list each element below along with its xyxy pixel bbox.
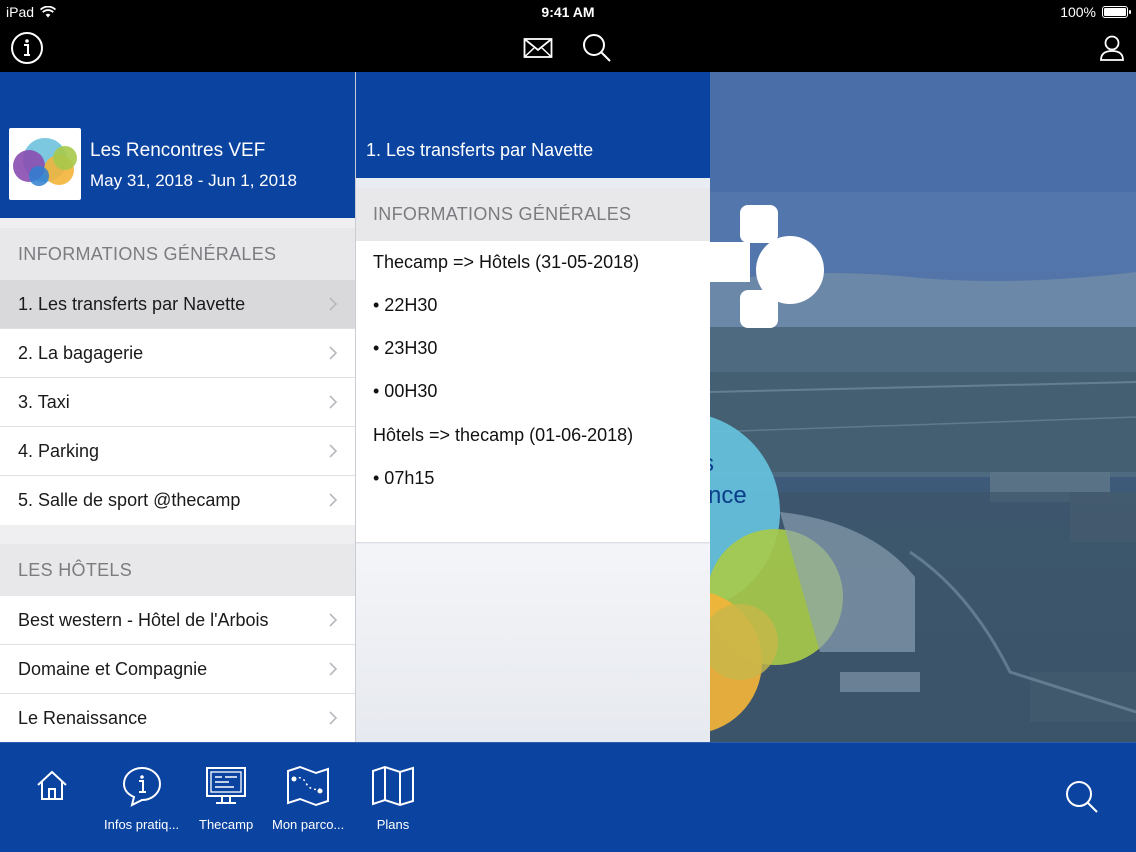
detail-line: • 23H30 [373, 338, 438, 358]
background-partial-text-2: nce [710, 482, 747, 509]
list-item-label: 5. Salle de sport @thecamp [18, 490, 241, 510]
tab-label: Infos pratiq... [104, 817, 180, 832]
event-header: Les Rencontres VEF May 31, 2018 - Jun 1,… [0, 72, 355, 218]
mail-button[interactable] [520, 30, 556, 66]
chevron-right-icon [329, 662, 338, 676]
chevron-right-icon [329, 613, 338, 627]
status-bar: iPad 9:41 AM 100% [0, 0, 1136, 24]
search-icon [583, 34, 611, 62]
list-item-bagagerie[interactable]: 2. La bagagerie [0, 329, 355, 378]
detail-section-header: INFORMATIONS GÉNÉRALES [356, 188, 710, 241]
chevron-right-icon [329, 297, 338, 311]
route-map-icon [287, 765, 330, 807]
tab-label: Mon parco... [272, 817, 345, 832]
detail-title: 1. Les transferts par Navette [366, 140, 594, 160]
detail-content: Thecamp => Hôtels (31-05-2018) • 22H30 •… [356, 241, 710, 543]
battery-icon [1102, 6, 1131, 18]
list-item-parking[interactable]: 4. Parking [0, 427, 355, 476]
list-item-label: 3. Taxi [18, 391, 70, 412]
background-partial-text-1: s [710, 450, 714, 478]
search-icon [1066, 781, 1098, 813]
list-item-navette[interactable]: 1. Les transferts par Navette [0, 280, 355, 329]
detail-line: • 00H30 [373, 381, 438, 401]
tab-plans[interactable]: Plans [370, 765, 416, 832]
list-item-label: Domaine et Compagnie [18, 658, 208, 679]
tab-thecamp[interactable]: Thecamp [199, 765, 253, 832]
detail-panel: 1. Les transferts par Navette INFORMATIO… [355, 72, 710, 742]
tab-home[interactable] [32, 765, 72, 815]
list-item-taxi[interactable]: 3. Taxi [0, 378, 355, 427]
list-item-label: Best western - Hôtel de l'Arbois [18, 609, 269, 630]
tab-search-button[interactable] [1064, 779, 1100, 815]
detail-line: Hôtels => thecamp (01-06-2018) [373, 425, 634, 445]
list-item-renaissance[interactable]: Le Renaissance [0, 694, 355, 742]
chevron-right-icon [329, 346, 338, 360]
chevron-right-icon [329, 711, 338, 725]
clock: 9:41 AM [541, 4, 595, 20]
detail-line: • 07h15 [373, 468, 435, 488]
tab-mon-parcours[interactable]: Mon parco... [272, 765, 344, 832]
user-icon [1100, 35, 1124, 61]
screen-icon [206, 767, 247, 804]
event-title: Les Rencontres VEF [90, 140, 266, 161]
detail-line: Thecamp => Hôtels (31-05-2018) [373, 252, 640, 272]
tab-label: Thecamp [199, 817, 254, 832]
battery-percent: 100% [1060, 4, 1096, 20]
info-bubble-icon [122, 766, 161, 807]
detail-empty-area [356, 544, 710, 742]
chevron-right-icon [329, 493, 338, 507]
list-item-label: 2. La bagagerie [18, 342, 144, 363]
list-item-label: 1. Les transferts par Navette [18, 293, 246, 314]
chevron-right-icon [329, 395, 338, 409]
tab-infos-pratiques[interactable]: Infos pratiq... [104, 765, 179, 832]
list-item-salle-sport[interactable]: 5. Salle de sport @thecamp [0, 476, 355, 525]
tab-label: Plans [376, 817, 410, 832]
list-item-domaine[interactable]: Domaine et Compagnie [0, 645, 355, 694]
event-dates: May 31, 2018 - Jun 1, 2018 [90, 171, 297, 190]
search-button[interactable] [579, 30, 615, 66]
list-item-label: 4. Parking [18, 440, 100, 461]
event-logo [9, 128, 81, 200]
aerial-landscape [710, 72, 1136, 742]
chevron-right-icon [329, 444, 338, 458]
detail-header: 1. Les transferts par Navette [356, 72, 710, 178]
info-icon [11, 32, 43, 64]
background-image: s nce [710, 72, 1136, 742]
mail-icon [523, 38, 553, 58]
profile-button[interactable] [1094, 30, 1130, 66]
detail-line: • 22H30 [373, 295, 438, 315]
bottom-tab-bar: Infos pratiq... Thecamp Mon parco... Pla… [0, 742, 1136, 852]
left-panel: Les Rencontres VEF May 31, 2018 - Jun 1,… [0, 72, 355, 742]
section-header-general: INFORMATIONS GÉNÉRALES [0, 228, 355, 280]
info-button[interactable] [9, 30, 45, 66]
home-icon [37, 770, 67, 800]
list-item-best-western[interactable]: Best western - Hôtel de l'Arbois [0, 596, 355, 645]
list-item-label: Le Renaissance [18, 708, 148, 728]
top-nav [0, 24, 1136, 72]
section-header-hotels: LES HÔTELS [0, 544, 355, 596]
folded-map-icon [372, 765, 414, 807]
